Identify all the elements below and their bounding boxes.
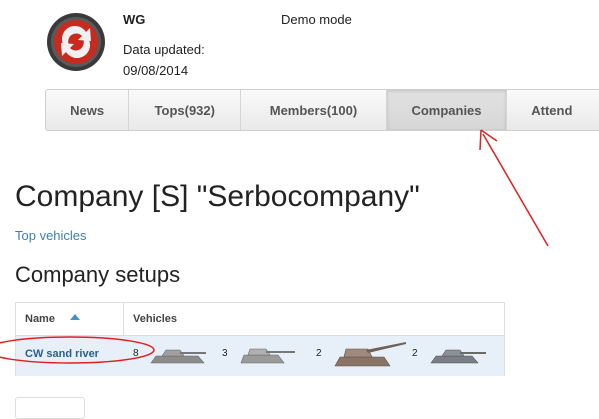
table-header: Name Vehicles [16,303,504,336]
tab-members[interactable]: Members(100) [241,90,387,130]
tank-destroyer-icon [240,348,295,364]
page-title: Company [S] "Serbocompany" [15,180,420,213]
table-row[interactable]: CW sand river 8 3 2 2 [16,336,504,376]
demo-mode-label: Demo mode [281,12,352,27]
vehicle-count: 2 [412,348,418,359]
sort-ascending-icon[interactable] [70,314,80,320]
company-setups-heading: Company setups [15,262,181,287]
tab-companies[interactable]: Companies [386,90,508,130]
annotation-arrow [479,129,549,247]
setup-name-link[interactable]: CW sand river [25,348,99,360]
vehicle-count: 3 [222,348,228,359]
tab-news[interactable]: News [46,90,130,130]
partial-button [15,397,85,419]
tank-icon [430,349,486,364]
clan-name: WG [123,12,146,27]
nav-tabs: News Tops(932) Members(100) Companies At… [45,89,599,131]
tab-attendance[interactable]: Attend [507,90,599,130]
vehicle-count: 2 [316,348,322,359]
data-updated-date: 09/08/2014 [123,63,189,78]
tank-icon [150,349,206,364]
company-setups-table: Name Vehicles CW sand river 8 3 2 2 [15,302,505,376]
column-header-name[interactable]: Name [25,313,55,325]
artillery-icon [334,342,406,367]
tab-tops[interactable]: Tops(932) [129,90,242,130]
vehicle-count: 8 [133,348,139,359]
column-header-vehicles: Vehicles [133,313,178,325]
data-updated-label: Data updated: [123,42,205,57]
top-vehicles-link[interactable]: Top vehicles [15,228,87,243]
clan-logo [47,13,105,71]
